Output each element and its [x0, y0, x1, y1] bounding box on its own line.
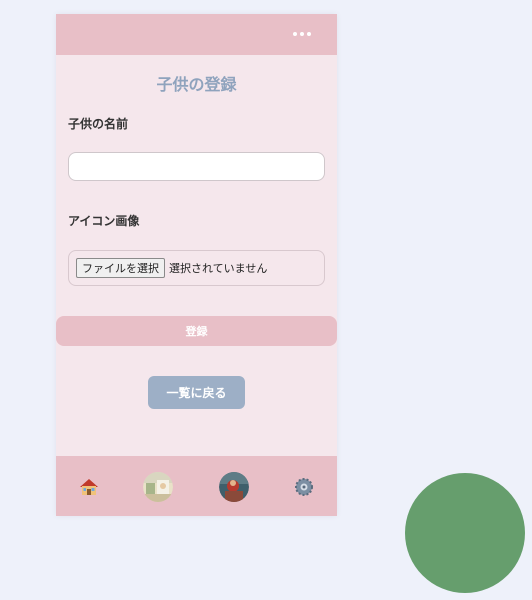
floating-circle	[405, 473, 525, 593]
page-title: 子供の登録	[156, 75, 237, 94]
child-avatar-icon	[143, 472, 173, 502]
app-frame: 子供の登録 子供の名前 アイコン画像 ファイルを選択 選択されていません 登録 …	[56, 14, 337, 516]
nav-child-1[interactable]	[142, 471, 174, 503]
settings-gear-icon	[295, 478, 313, 496]
top-bar	[56, 14, 337, 55]
menu-dot	[307, 32, 311, 36]
icon-image-label: アイコン画像	[68, 214, 140, 228]
nav-settings[interactable]	[288, 471, 320, 503]
child-name-label: 子供の名前	[68, 117, 129, 131]
child-avatar-icon	[219, 472, 249, 502]
nav-home[interactable]	[73, 471, 105, 503]
menu-dot	[293, 32, 297, 36]
menu-dot	[300, 32, 304, 36]
child-name-input[interactable]	[68, 152, 325, 181]
nav-child-2[interactable]	[218, 471, 250, 503]
choose-file-button[interactable]: ファイルを選択	[76, 258, 165, 278]
icon-file-input: ファイルを選択 選択されていません	[68, 250, 325, 286]
file-status-text: 選択されていません	[169, 262, 268, 275]
back-to-list-button[interactable]: 一覧に戻る	[148, 376, 245, 409]
more-horizontal-icon[interactable]	[293, 32, 311, 36]
bottom-nav	[56, 456, 337, 516]
register-button[interactable]: 登録	[56, 316, 337, 346]
home-icon	[80, 479, 98, 495]
